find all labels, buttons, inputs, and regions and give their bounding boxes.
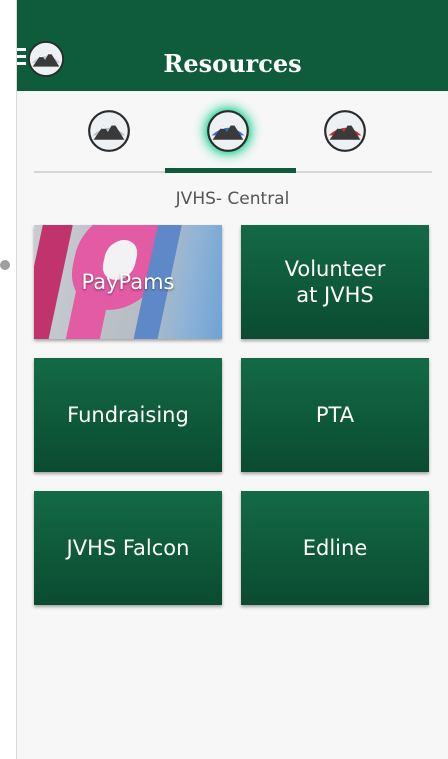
tile-jvhs-falcon[interactable]: JVHS Falcon xyxy=(34,491,222,605)
app-screen: Resources JVHS- Central PayPams Voluntee… xyxy=(16,0,448,759)
school-selector xyxy=(17,91,448,173)
header-bar: Resources xyxy=(17,0,448,91)
tile-label: Edline xyxy=(302,536,368,560)
tile-paypams[interactable]: PayPams xyxy=(34,225,222,339)
tile-label: Volunteer at JVHS xyxy=(284,257,386,307)
tile-label: Fundraising xyxy=(67,403,189,427)
edge-dot xyxy=(0,260,10,270)
school-gray-mountain-icon[interactable] xyxy=(87,109,131,157)
tile-pta[interactable]: PTA xyxy=(241,358,429,472)
school-name: JVHS- Central xyxy=(175,189,290,209)
page-title: Resources xyxy=(163,49,302,78)
tile-edline[interactable]: Edline xyxy=(241,491,429,605)
tile-label: JVHS Falcon xyxy=(66,536,190,560)
active-tab-indicator xyxy=(165,168,296,173)
tile-fundraising[interactable]: Fundraising xyxy=(34,358,222,472)
tile-label: PTA xyxy=(315,403,355,427)
tile-label: PayPams xyxy=(81,270,175,294)
tile-volunteer[interactable]: Volunteer at JVHS xyxy=(241,225,429,339)
school-red-mountain-icon[interactable] xyxy=(323,109,367,157)
school-blue-mountain-icon[interactable] xyxy=(206,109,250,157)
